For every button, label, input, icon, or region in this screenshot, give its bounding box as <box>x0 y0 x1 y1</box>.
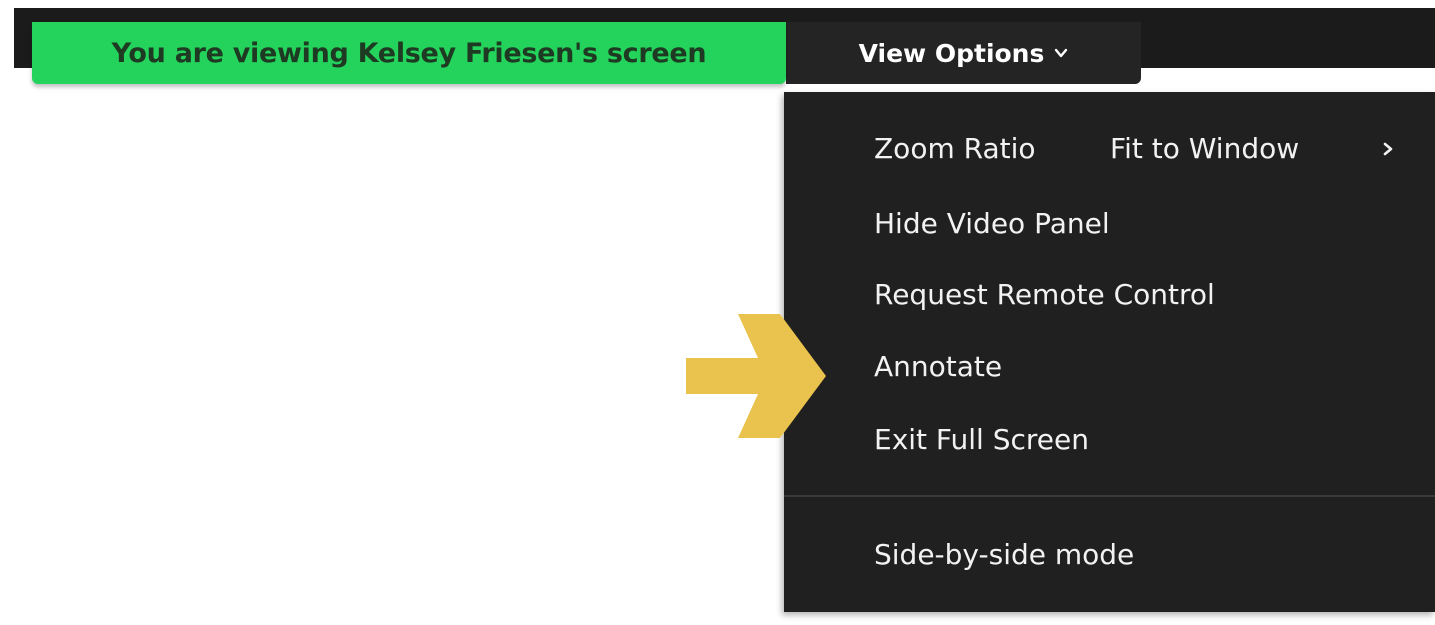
zoom-ratio-label: Zoom Ratio <box>874 132 1036 165</box>
screen: You are viewing Kelsey Friesen's screen … <box>0 0 1435 625</box>
view-options-menu: Zoom Ratio Fit to Window Hide Video Pane… <box>784 92 1435 612</box>
menu-item-zoom-ratio[interactable]: Zoom Ratio Fit to Window <box>874 132 1404 165</box>
menu-divider <box>784 495 1435 497</box>
menu-item-request-remote-control[interactable]: Request Remote Control <box>874 278 1215 311</box>
view-options-button[interactable]: View Options <box>786 22 1141 84</box>
view-options-label: View Options <box>858 38 1045 68</box>
menu-item-hide-video-panel[interactable]: Hide Video Panel <box>874 207 1110 240</box>
menu-item-annotate[interactable]: Annotate <box>874 350 1002 383</box>
screen-share-banner-text: You are viewing Kelsey Friesen's screen <box>111 37 707 69</box>
zoom-ratio-value: Fit to Window <box>1110 132 1300 165</box>
menu-item-side-by-side-mode[interactable]: Side-by-side mode <box>874 538 1134 571</box>
top-strip <box>0 0 1435 8</box>
menu-item-exit-full-screen[interactable]: Exit Full Screen <box>874 423 1089 456</box>
chevron-down-icon <box>1055 48 1068 58</box>
screen-share-banner: You are viewing Kelsey Friesen's screen <box>32 22 786 84</box>
arrow-right-icon <box>686 314 826 438</box>
chevron-right-icon <box>1383 142 1393 156</box>
